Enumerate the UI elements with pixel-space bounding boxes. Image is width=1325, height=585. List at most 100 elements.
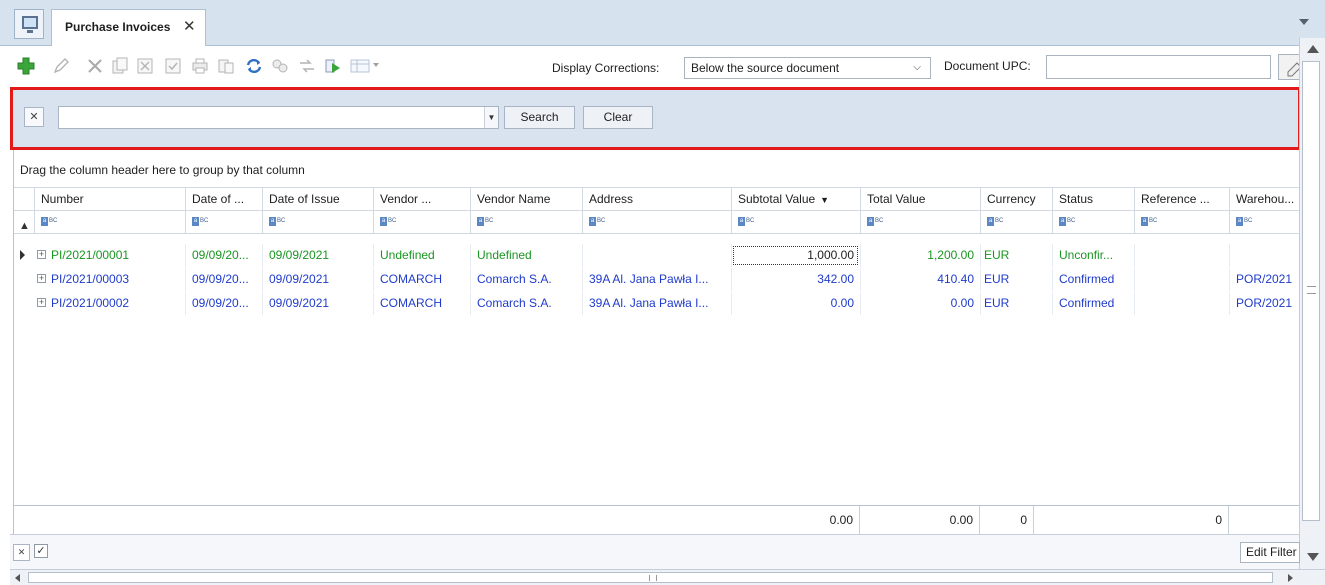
delete-icon[interactable] bbox=[85, 56, 105, 76]
footer-total-sum: 0.00 bbox=[860, 506, 980, 534]
expand-plus-icon[interactable]: + bbox=[37, 274, 46, 283]
text-filter-icon: a BC bbox=[589, 217, 606, 227]
workspace-monitor-icon[interactable] bbox=[14, 9, 44, 39]
add-icon[interactable] bbox=[16, 56, 36, 76]
cell-warehouse: POR/2021 bbox=[1229, 268, 1300, 291]
expand-plus-icon[interactable]: + bbox=[37, 298, 46, 307]
invoices-grid: Drag the column header here to group by … bbox=[13, 150, 1300, 534]
column-header-date-of-issue[interactable]: Date of Issue bbox=[262, 188, 373, 210]
cell-total: 0.00 bbox=[860, 292, 980, 315]
cell-vendor-code: COMARCH bbox=[373, 268, 470, 291]
column-header-subtotal-label: Subtotal Value bbox=[738, 192, 816, 206]
vertical-scroll-thumb[interactable] bbox=[1302, 61, 1320, 521]
edit-icon[interactable] bbox=[51, 56, 71, 76]
display-corrections-select[interactable]: Below the source document ⌵ bbox=[684, 57, 931, 79]
tab-purchase-invoices[interactable]: Purchase Invoices ✕ bbox=[51, 9, 206, 46]
column-header-row: Number Date of ... Date of Issue Vendor … bbox=[14, 187, 1300, 211]
filter-cell-vendor-name[interactable]: a BC bbox=[470, 211, 582, 233]
cell-vendor-name: Comarch S.A. bbox=[470, 268, 582, 291]
scroll-left-icon[interactable] bbox=[15, 574, 20, 582]
column-header-currency[interactable]: Currency bbox=[980, 188, 1052, 210]
filter-cell-date-of-issue[interactable]: a BC bbox=[262, 211, 373, 233]
column-header-vendor-name[interactable]: Vendor Name bbox=[470, 188, 582, 210]
vertical-scrollbar[interactable] bbox=[1299, 38, 1325, 569]
footer-currency-count: 0 bbox=[980, 506, 1034, 534]
column-header-number[interactable]: Number bbox=[34, 188, 185, 210]
cancel-document-icon[interactable] bbox=[135, 56, 155, 76]
print-icon[interactable] bbox=[190, 56, 210, 76]
filter-cell-total[interactable]: a BC bbox=[860, 211, 980, 233]
text-filter-icon: a BC bbox=[987, 217, 1004, 227]
footer-subtotal-sum: 0.00 bbox=[731, 506, 860, 534]
column-header-address[interactable]: Address bbox=[582, 188, 731, 210]
footer-reference-count: 0 bbox=[1034, 506, 1229, 534]
related-documents-icon[interactable] bbox=[270, 56, 290, 76]
cell-address bbox=[582, 244, 731, 267]
column-header-warehouse[interactable]: Warehou... bbox=[1229, 188, 1300, 210]
column-header-status[interactable]: Status bbox=[1052, 188, 1134, 210]
filter-cell-warehouse[interactable]: a BC bbox=[1229, 211, 1300, 233]
cell-status: Unconfir... bbox=[1052, 244, 1134, 267]
edit-filter-button[interactable]: Edit Filter bbox=[1240, 542, 1300, 563]
cell-subtotal[interactable]: 1,000.00 bbox=[731, 244, 860, 267]
toolbar: Display Corrections: Below the source do… bbox=[0, 46, 1325, 88]
filter-cell-date-of[interactable]: a BC bbox=[185, 211, 262, 233]
filter-cell-subtotal[interactable]: a BC bbox=[731, 211, 860, 233]
filter-cell-reference[interactable]: a BC bbox=[1134, 211, 1229, 233]
filter-dropdown-icon[interactable]: ▼ bbox=[484, 107, 498, 128]
text-filter-icon: a BC bbox=[1059, 217, 1076, 227]
filter-cell-status[interactable]: a BC bbox=[1052, 211, 1134, 233]
chevron-down-icon: ⌵ bbox=[913, 62, 921, 73]
filter-cell-currency[interactable]: a BC bbox=[980, 211, 1052, 233]
column-header-subtotal[interactable]: Subtotal Value ▼ bbox=[731, 188, 860, 210]
cell-vendor-name: Comarch S.A. bbox=[470, 292, 582, 315]
filter-panel: ✕ ▼ Search Clear bbox=[10, 87, 1301, 150]
filter-cell-vendor-code[interactable]: a BC bbox=[373, 211, 470, 233]
refresh-icon[interactable] bbox=[244, 56, 264, 76]
tab-title: Purchase Invoices bbox=[65, 20, 171, 34]
filter-status-bar: ✕ ✓ Edit Filter bbox=[10, 534, 1300, 569]
horizontal-scrollbar[interactable] bbox=[10, 569, 1325, 585]
text-filter-icon: a BC bbox=[380, 217, 397, 227]
document-upc-input[interactable] bbox=[1046, 55, 1271, 79]
scroll-up-icon[interactable] bbox=[1307, 45, 1319, 53]
filter-enabled-checkbox[interactable]: ✓ bbox=[34, 544, 48, 558]
horizontal-scroll-thumb[interactable] bbox=[28, 572, 1273, 583]
column-header-reference[interactable]: Reference ... bbox=[1134, 188, 1229, 210]
scroll-down-icon[interactable] bbox=[1307, 553, 1319, 561]
tab-close-icon[interactable]: ✕ bbox=[183, 17, 196, 35]
clear-button[interactable]: Clear bbox=[583, 106, 653, 129]
auto-filter-row: ▲ a BC a BC a BC a BC a BC a BC a BC a BC a BC aB… bbox=[14, 211, 1300, 234]
copy-icon[interactable] bbox=[110, 56, 130, 76]
cell-number: + PI/2021/00001 bbox=[34, 244, 185, 267]
expand-plus-icon[interactable]: + bbox=[37, 250, 46, 259]
search-button[interactable]: Search bbox=[504, 106, 575, 129]
text-filter-icon: a BC bbox=[477, 217, 494, 227]
column-header-total[interactable]: Total Value bbox=[860, 188, 980, 210]
row-indicator bbox=[14, 268, 34, 291]
close-filter-icon[interactable]: ✕ bbox=[13, 544, 30, 561]
cell-status: Confirmed bbox=[1052, 268, 1134, 291]
tab-list-dropdown-icon[interactable] bbox=[1299, 19, 1309, 25]
row-indicator bbox=[14, 244, 34, 267]
current-row-arrow-icon bbox=[20, 250, 25, 260]
table-row[interactable]: + PI/2021/00001 09/09/20... 09/09/2021 U… bbox=[14, 244, 1300, 267]
text-filter-icon: a BC bbox=[41, 217, 58, 227]
approve-icon[interactable] bbox=[163, 56, 183, 76]
filter-cell-address[interactable]: a BC bbox=[582, 211, 731, 233]
scroll-right-icon[interactable] bbox=[1288, 574, 1293, 582]
filter-cell-number[interactable]: a BC bbox=[34, 211, 185, 233]
views-icon[interactable] bbox=[350, 56, 380, 76]
column-header-date-of[interactable]: Date of ... bbox=[185, 188, 262, 210]
table-row[interactable]: + PI/2021/00002 09/09/20... 09/09/2021 C… bbox=[14, 292, 1300, 315]
table-row[interactable]: + PI/2021/00003 09/09/20... 09/09/2021 C… bbox=[14, 268, 1300, 291]
generate-document-icon[interactable] bbox=[216, 56, 236, 76]
sort-descending-icon: ▼ bbox=[820, 195, 830, 205]
column-header-vendor-code[interactable]: Vendor ... bbox=[373, 188, 470, 210]
filter-input[interactable]: ▼ bbox=[58, 106, 499, 129]
run-icon[interactable] bbox=[323, 56, 343, 76]
tab-strip: Purchase Invoices ✕ bbox=[0, 0, 1325, 46]
transfer-icon[interactable] bbox=[297, 56, 317, 76]
clear-filter-icon[interactable]: ✕ bbox=[24, 107, 44, 127]
cell-number-text: PI/2021/00001 bbox=[51, 248, 130, 262]
